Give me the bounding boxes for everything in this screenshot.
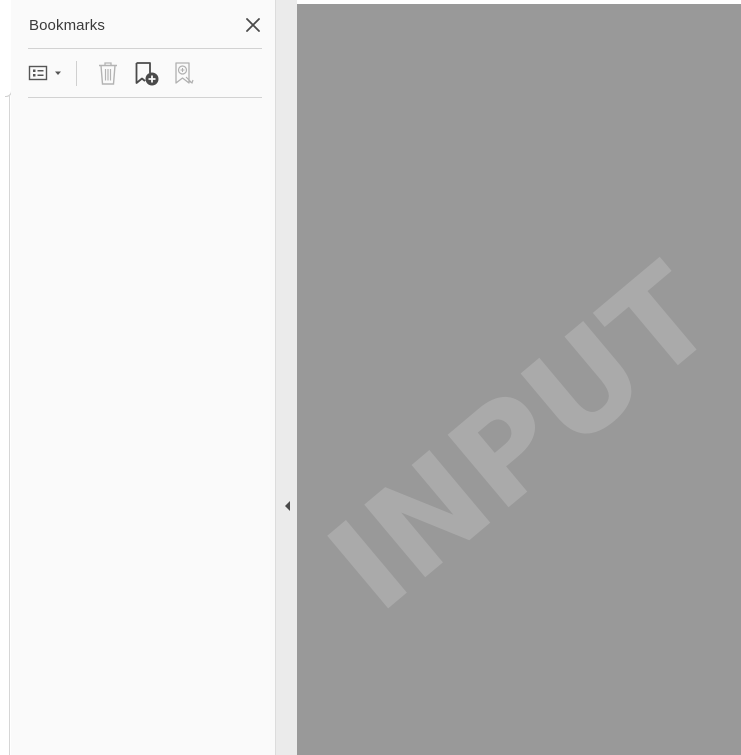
trash-icon — [99, 62, 117, 85]
watermark-text: INPUT — [301, 236, 741, 640]
header-divider — [28, 48, 262, 49]
bookmark-from-structure-icon — [175, 62, 194, 84]
left-nav-edge — [0, 0, 12, 755]
bookmarks-list — [11, 98, 275, 755]
delete-bookmark-button[interactable] — [96, 59, 122, 87]
chevron-left-icon[interactable] — [285, 501, 290, 511]
add-bookmark-icon — [135, 62, 159, 86]
panel-title: Bookmarks — [29, 17, 105, 34]
bookmarks-panel: Bookmarks — [11, 0, 275, 755]
new-bookmark-from-structure-button[interactable] — [172, 59, 198, 87]
close-icon[interactable] — [244, 16, 262, 34]
new-bookmark-button[interactable] — [132, 59, 162, 87]
bookmark-options-button[interactable] — [28, 59, 70, 87]
bookmarks-toolbar — [28, 59, 262, 87]
left-nav-edge-line — [9, 96, 10, 755]
document-view[interactable]: INPUT — [297, 4, 741, 755]
watermark: INPUT — [301, 236, 741, 640]
toolbar-separator — [76, 61, 77, 86]
bookmarks-panel-header: Bookmarks — [28, 14, 264, 36]
bookmark-options-icon — [28, 65, 61, 81]
chevron-down-icon — [55, 71, 61, 75]
panel-splitter[interactable] — [275, 0, 297, 755]
